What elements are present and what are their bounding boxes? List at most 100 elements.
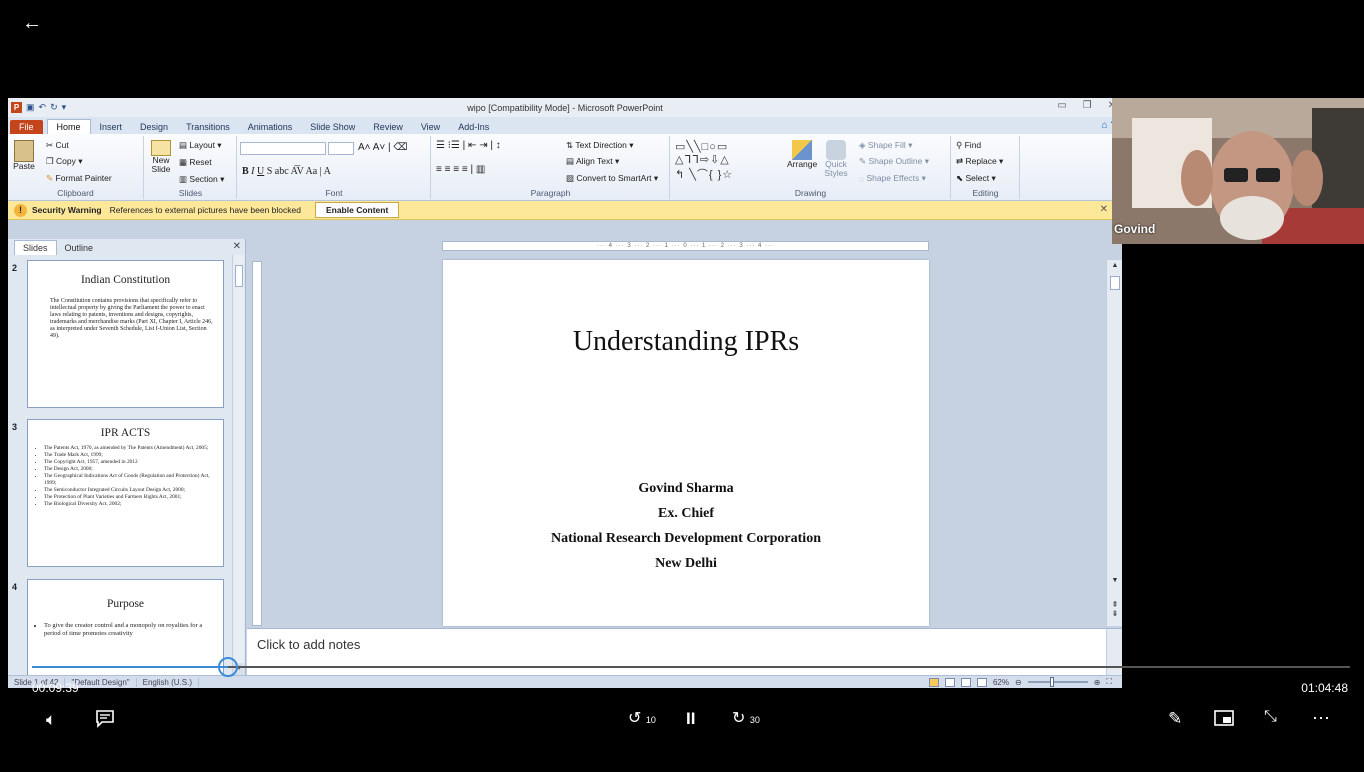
current-slide[interactable]: Understanding IPRs Govind Sharma Ex. Chi… xyxy=(443,260,929,626)
status-bar: Slide 1 of 42 "Default Design" English (… xyxy=(8,675,1122,688)
align-text-icon: ▤ xyxy=(566,156,575,167)
scroll-down-icon[interactable]: ▼ xyxy=(1107,577,1122,584)
tab-file[interactable]: File xyxy=(10,120,43,134)
seek-bar[interactable] xyxy=(32,657,1350,677)
slide-thumbnail-3[interactable]: IPR ACTS The Patents Act, 1970, as amend… xyxy=(27,419,224,567)
back-arrow-icon[interactable]: ← xyxy=(22,12,42,35)
slides-pane-scrollbar[interactable]: ▾ xyxy=(232,255,245,675)
slideshow-view-icon[interactable] xyxy=(976,677,987,687)
zoom-slider-knob[interactable] xyxy=(1049,677,1054,687)
zoom-out-icon[interactable]: ⊖ xyxy=(1015,678,1022,687)
close-icon[interactable]: ✕ xyxy=(1100,204,1108,215)
reading-view-icon[interactable] xyxy=(960,677,971,687)
exit-fullscreen-icon[interactable]: ⤡ xyxy=(1264,708,1277,726)
tab-design[interactable]: Design xyxy=(131,120,177,134)
participant-name: Govind xyxy=(1114,222,1156,236)
tab-slide-show[interactable]: Slide Show xyxy=(301,120,364,134)
new-slide-button[interactable]: New Slide xyxy=(147,140,175,174)
tab-slides[interactable]: Slides xyxy=(14,240,57,255)
thumbnail-body: The Constitution contains provisions tha… xyxy=(50,298,213,339)
find-button[interactable]: ⚲ Find xyxy=(956,140,981,151)
tab-review[interactable]: Review xyxy=(364,120,412,134)
normal-view-icon[interactable] xyxy=(928,677,939,687)
list-buttons[interactable]: ☰ ⁝☰ | ⇤ ⇥ | ↕ xyxy=(436,140,501,151)
scrollbar-thumb[interactable] xyxy=(235,265,243,287)
scrollbar-thumb[interactable] xyxy=(1110,276,1120,290)
tab-home[interactable]: Home xyxy=(46,119,91,134)
layout-button[interactable]: ▤ Layout ▾ xyxy=(179,140,222,151)
font-size-dropdown[interactable] xyxy=(328,142,354,155)
copy-button[interactable]: ❐ Copy ▾ xyxy=(46,156,82,167)
minimize-icon[interactable]: ▭ xyxy=(1057,100,1066,111)
pen-icon[interactable]: ✎ xyxy=(1168,709,1182,729)
slide-thumbnail-4[interactable]: Purpose To give the creator control and … xyxy=(27,579,224,679)
replace-button[interactable]: ⇄ Replace ▾ xyxy=(956,156,1003,167)
align-text-button[interactable]: ▤ Align Text ▾ xyxy=(566,156,619,167)
pause-icon[interactable]: II xyxy=(686,709,695,729)
picture-in-picture-icon[interactable] xyxy=(1214,710,1234,731)
quick-styles-icon xyxy=(826,140,846,160)
slide-thumbnail-2[interactable]: Indian Constitution The Constitution con… xyxy=(27,260,224,408)
zoom-in-icon[interactable]: ⊕ xyxy=(1094,678,1101,687)
slide-subtitle[interactable]: Govind Sharma Ex. Chief National Researc… xyxy=(443,476,929,576)
layout-icon: ▤ xyxy=(179,140,188,151)
convert-smartart-button[interactable]: ▨ Convert to SmartArt ▾ xyxy=(566,173,658,184)
quick-styles-button[interactable]: Quick Styles xyxy=(821,140,851,178)
notes-placeholder[interactable]: Click to add notes xyxy=(257,637,360,652)
video-player: ← P ▣ ↶ ↻ ▾ wipo [Compatibility Mode] - … xyxy=(0,0,1364,772)
restore-icon[interactable]: ❐ xyxy=(1083,100,1092,111)
font-name-dropdown[interactable] xyxy=(240,142,326,155)
format-painter-button[interactable]: ✎ Format Painter xyxy=(46,173,112,184)
shape-fill-button[interactable]: ◈ Shape Fill ▾ xyxy=(859,140,912,151)
arrange-button[interactable]: Arrange xyxy=(787,140,817,169)
captions-icon[interactable] xyxy=(95,708,115,733)
slides-pane: Slides Outline ✕ 2 Indian Constitution T… xyxy=(8,239,246,679)
save-icon[interactable]: ▣ xyxy=(26,102,35,113)
select-button[interactable]: ⬉ Select ▾ xyxy=(956,173,996,184)
fit-to-window-icon[interactable]: ⛶ xyxy=(1106,677,1112,687)
slide-title[interactable]: Understanding IPRs xyxy=(443,326,929,358)
close-pane-icon[interactable]: ✕ xyxy=(233,241,241,252)
warning-icon: ! xyxy=(14,203,27,217)
security-warning-bar: ! Security Warning References to externa… xyxy=(8,201,1122,220)
cut-button[interactable]: ✂ Cut xyxy=(46,140,69,151)
slide-scrollbar[interactable]: ▲ ▼ ⇞ ⇟ xyxy=(1106,260,1122,626)
enable-content-button[interactable]: Enable Content xyxy=(314,202,400,218)
shape-outline-button[interactable]: ✎ Shape Outline ▾ xyxy=(859,156,929,167)
thumbnail-title: Purpose xyxy=(106,598,145,610)
seek-bar-knob[interactable] xyxy=(218,657,238,677)
binoculars-icon: ⚲ xyxy=(956,140,963,151)
zoom-level[interactable]: 62% xyxy=(993,678,1009,687)
zoom-slider[interactable] xyxy=(1027,677,1088,687)
section-button[interactable]: ▥ Section ▾ xyxy=(179,174,224,185)
paste-button[interactable]: Paste xyxy=(12,140,36,171)
page-nav-icon[interactable]: ⇞ ⇟ xyxy=(1107,600,1122,618)
tab-transitions[interactable]: Transitions xyxy=(177,120,239,134)
reset-button[interactable]: ▦ Reset xyxy=(179,157,212,168)
redo-icon[interactable]: ↻ xyxy=(50,102,58,113)
language[interactable]: English (U.S.) xyxy=(137,677,199,687)
slide-sorter-view-icon[interactable] xyxy=(944,677,955,687)
volume-icon[interactable]: 🔈︎ xyxy=(46,710,56,730)
font-format-buttons[interactable]: B I U S abc A͞V Aa | A xyxy=(242,166,331,177)
thumbnail-bullets: To give the creator control and a monopo… xyxy=(28,610,223,638)
text-direction-button[interactable]: ⇅ Text Direction ▾ xyxy=(566,140,633,151)
scroll-up-icon[interactable]: ▲ xyxy=(1107,262,1122,269)
rewind-10-button[interactable]: ↺ 10 xyxy=(628,708,656,728)
undo-icon[interactable]: ↶ xyxy=(39,102,47,113)
shapes-gallery[interactable]: ▭╲╲□○▭ △ᒣᒣ⇨⇩△ ↰ ╲⌒{ }☆ xyxy=(675,140,733,182)
tab-insert[interactable]: Insert xyxy=(91,120,132,134)
rewind-icon: ↺ xyxy=(628,710,642,727)
tab-view[interactable]: View xyxy=(412,120,449,134)
text-direction-icon: ⇅ xyxy=(566,140,574,151)
shape-effects-button[interactable]: ◌ Shape Effects ▾ xyxy=(859,173,926,184)
more-options-icon[interactable]: ⋯ xyxy=(1312,708,1330,729)
alignment-buttons[interactable]: ≡ ≡ ≡ ≡ | ▥ xyxy=(436,164,485,175)
forward-30-button[interactable]: ↻ 30 xyxy=(732,708,760,728)
notes-scrollbar[interactable] xyxy=(1106,629,1122,676)
font-size-controls[interactable]: A˄ A˅ | ⌫ xyxy=(358,142,408,153)
tab-add-ins[interactable]: Add-Ins xyxy=(449,120,498,134)
customize-qat-icon[interactable]: ▾ xyxy=(62,102,67,113)
tab-animations[interactable]: Animations xyxy=(239,120,302,134)
tab-outline[interactable]: Outline xyxy=(57,241,102,255)
